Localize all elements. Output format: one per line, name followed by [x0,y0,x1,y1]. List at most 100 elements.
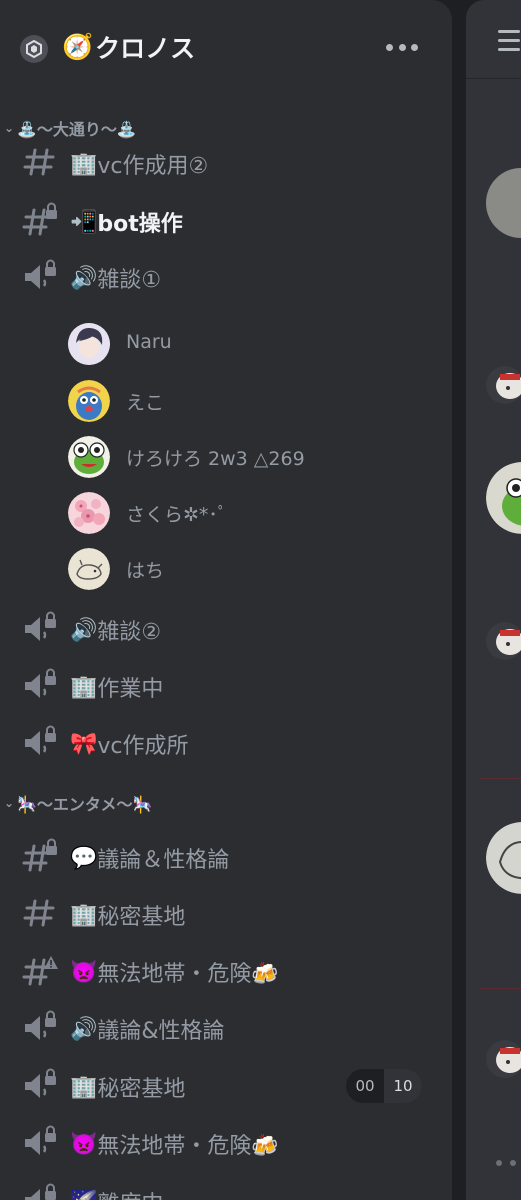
channel-himitsu-text[interactable]: 🏢 秘密基地 [0,887,452,939]
channel-bot-operation[interactable]: 📲 bot操作 [0,194,452,246]
channel-sagyouchuu[interactable]: 🏢 作業中 [0,659,452,711]
avatar[interactable] [486,1040,521,1078]
channel-list-panel: 🧭 クロノス ⌄ ⛲～大通り～⛲ 🏢 vc作成用② 📲 bot操作 🔊 雑談① … [0,0,452,1200]
chevron-down-icon: ⌄ [3,121,15,135]
server-name-text: クロノス [95,34,196,63]
locked-speaker-icon [25,611,56,641]
channel-label-text: 雑談① [97,268,162,293]
channel-emoji: 🔊 [70,617,98,643]
server-name[interactable]: 🧭 クロノス [62,29,195,65]
category-entame[interactable]: ⌄ 🎠～エンタメ～🎠 [0,789,152,817]
user-limit-badge: 00 10 [346,1069,422,1103]
avatar[interactable] [486,622,521,660]
more-icon[interactable] [496,1160,516,1166]
channel-emoji: 👿 [70,959,98,985]
channel-label: 🏢 vc作成用② [70,148,208,180]
voice-user-name: さくら✲*･ﾟ [126,504,228,526]
channel-zatsudan-2[interactable]: 🔊 雑談② [0,602,452,654]
voice-user-naru[interactable]: Naru [0,319,452,369]
channel-emoji: 🔊 [70,265,98,291]
channel-label: 👿 無法地帯・危険🍻 [70,1128,279,1160]
hashtag-icon [23,899,55,927]
channel-label-text: vc作成所 [97,734,189,759]
voice-user-name: えこ [126,392,165,414]
channel-giron-voice[interactable]: 🔊 議論&性格論 [0,1001,452,1053]
avatar [68,548,110,590]
channel-emoji: 💬 [70,845,98,871]
channel-himitsu-voice[interactable]: 🏢 秘密基地 00 10 [0,1059,452,1111]
channel-riseki[interactable]: 🌠離席中 [0,1174,452,1200]
voice-user-name: けろけろ 2w3 △269 [126,448,305,470]
channel-emoji: 🌠 [70,1190,97,1200]
channel-label-text: bot操作 [97,212,183,237]
channel-emoji: 🏢 [70,1074,98,1100]
avatar[interactable] [486,366,521,404]
channel-label: 🔊 議論&性格論 [70,1013,225,1045]
voice-user-sakura[interactable]: さくら✲*･ﾟ [0,488,452,538]
voice-user-hachi[interactable]: はち [0,544,452,594]
channel-label-text: 雑談② [97,620,162,645]
locked-hashtag-icon [22,202,57,236]
voice-user-kerokero[interactable]: けろけろ 2w3 △269 [0,432,452,482]
channel-label: 🏢 秘密基地 [70,899,185,931]
channel-zatsudan-1[interactable]: 🔊 雑談① [0,250,452,302]
channel-label-text: 議論＆性格論 [97,848,230,873]
channel-label-text: 離席中 [97,1186,163,1200]
voice-user-name: はち [126,560,165,582]
channel-label-text: vc作成用② [97,154,209,179]
channel-label-text: 作業中 [97,677,164,702]
channel-vc-create-2[interactable]: 🏢 vc作成用② [0,136,452,188]
channel-muhou-text[interactable]: 👿 無法地帯・危険🍻 [0,944,452,996]
more-icon[interactable] [386,40,418,54]
channel-label-text: 無法地帯・危険🍻 [97,1134,279,1159]
compass-emoji: 🧭 [62,32,94,61]
channel-label: 🔊 雑談① [70,262,161,294]
channel-muhou-voice[interactable]: 👿 無法地帯・危険🍻 [0,1116,452,1168]
channel-label: 🏢 作業中 [70,671,163,703]
avatar[interactable] [486,462,521,534]
channel-label: 🏢 秘密基地 [70,1071,185,1103]
locked-speaker-icon [25,1068,56,1098]
channel-label: 🌠離席中 [70,1186,163,1200]
channel-label-text: 秘密基地 [97,1077,186,1102]
channel-emoji: 🔊 [70,1016,98,1042]
chat-panel-peek[interactable] [466,0,521,1200]
avatar[interactable] [486,168,521,238]
locked-speaker-icon [25,1125,56,1155]
channel-emoji: 🏢 [70,902,98,928]
avatar [68,380,110,422]
divider [480,988,521,989]
chat-header [466,0,521,79]
channel-emoji: 🎀 [70,731,98,757]
channel-emoji: 📲 [70,209,98,235]
user-count: 00 [355,1077,375,1095]
channel-label: 💬 議論＆性格論 [70,842,229,874]
channel-emoji: 👿 [70,1131,98,1157]
voice-user-eko[interactable]: えこ [0,376,452,426]
channel-emoji: 🏢 [70,674,98,700]
locked-speaker-icon [25,259,56,289]
hamburger-icon[interactable] [498,30,520,57]
channel-giron-text[interactable]: 💬 議論＆性格論 [0,830,452,882]
channel-label-text: 議論&性格論 [97,1019,225,1044]
avatar [68,492,110,534]
locked-hashtag-icon [22,838,57,872]
user-limit: 10 [384,1069,422,1103]
channel-label: 📲 bot操作 [70,206,183,238]
chevron-down-icon: ⌄ [3,796,15,810]
channel-vc-sakuseisho[interactable]: 🎀 vc作成所 [0,716,452,768]
server-header[interactable]: 🧭 クロノス [0,0,452,96]
channel-label: 👿 無法地帯・危険🍻 [70,956,279,988]
avatar [68,436,110,478]
locked-speaker-icon [25,725,56,755]
locked-speaker-icon [25,1183,56,1200]
channel-emoji: 🏢 [70,151,98,177]
category-label: 🎠～エンタメ～🎠 [17,795,153,814]
hashtag-icon [23,148,55,176]
locked-speaker-icon [25,1010,56,1040]
channel-label: 🔊 雑談② [70,614,161,646]
server-boost-icon[interactable] [20,35,48,63]
divider [480,778,521,779]
avatar[interactable] [486,822,521,894]
warning-hashtag-icon [22,956,58,986]
